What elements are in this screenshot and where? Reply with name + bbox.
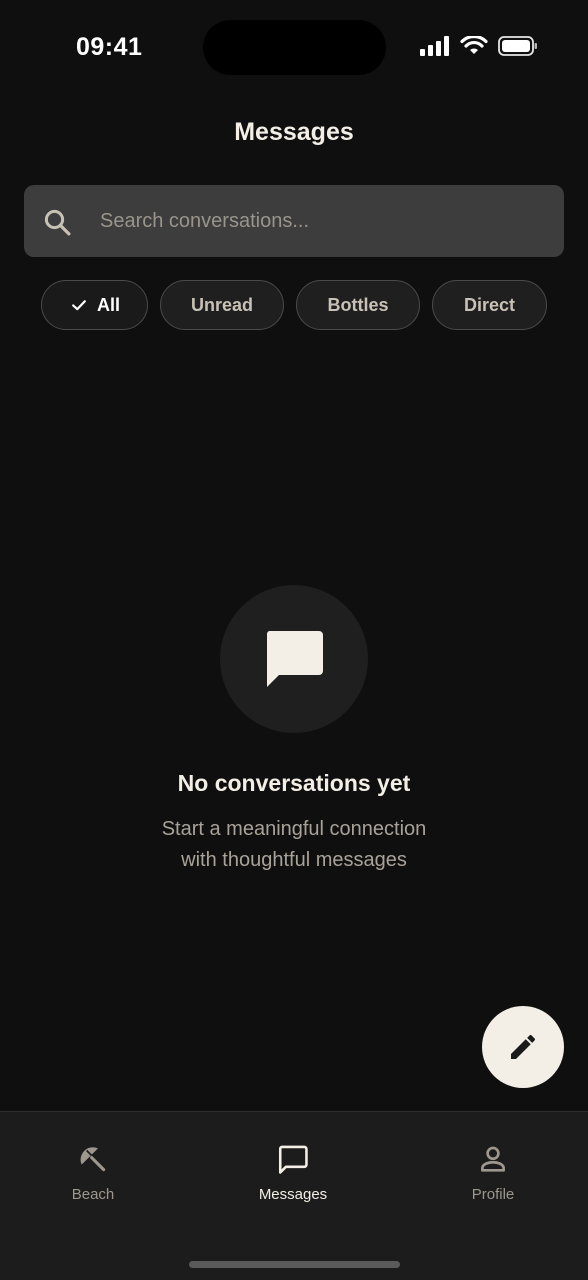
nav-item-profile[interactable]: Profile xyxy=(423,1142,563,1203)
nav-label-beach: Beach xyxy=(71,1186,115,1203)
home-indicator xyxy=(189,1261,400,1268)
nav-item-beach[interactable]: Beach xyxy=(23,1142,163,1203)
filter-chip-label: All xyxy=(96,294,120,315)
filter-chip-direct[interactable]: Direct xyxy=(432,280,547,330)
person-icon xyxy=(481,1146,505,1172)
bottom-nav: Beach Messages Profile xyxy=(0,1111,588,1280)
nav-item-messages[interactable]: Messages xyxy=(223,1142,363,1203)
filter-chip-all[interactable]: All xyxy=(41,280,148,330)
filter-chip-bottles[interactable]: Bottles xyxy=(296,280,420,330)
search-icon xyxy=(44,209,71,236)
nav-label-messages: Messages xyxy=(258,1186,328,1203)
empty-state-title: No conversations yet xyxy=(177,770,411,796)
filter-chip-label: Unread xyxy=(190,294,253,315)
status-icons xyxy=(420,36,538,56)
nav-label-profile: Profile xyxy=(471,1186,515,1203)
messages-screen: 09:41 Messages All xyxy=(0,0,588,1280)
wifi-icon xyxy=(460,36,488,54)
status-time: 09:41 xyxy=(76,33,143,61)
empty-state-subtitle-line: Start a meaningful connection xyxy=(161,818,427,840)
filter-chip-unread[interactable]: Unread xyxy=(160,280,284,330)
battery-icon xyxy=(498,36,537,56)
signal-icon xyxy=(420,36,449,56)
chat-bubble-outline-icon xyxy=(278,1145,308,1174)
dynamic-island xyxy=(203,20,386,75)
beach-umbrella-icon xyxy=(80,1147,106,1172)
empty-state-subtitle: Start a meaningful connection with thoug… xyxy=(0,814,588,876)
page-title: Messages xyxy=(234,118,354,146)
search-bar[interactable] xyxy=(24,185,564,257)
compose-button[interactable] xyxy=(482,1006,564,1088)
filter-chip-label: Direct xyxy=(463,294,516,315)
check-icon xyxy=(72,300,86,311)
empty-state-icon-container xyxy=(220,585,368,733)
empty-state-subtitle-line: with thoughtful messages xyxy=(181,849,407,871)
pencil-icon xyxy=(511,1034,536,1059)
filter-chip-label: Bottles xyxy=(327,294,389,315)
chat-bubble-icon xyxy=(266,631,323,687)
search-input[interactable] xyxy=(100,185,544,257)
